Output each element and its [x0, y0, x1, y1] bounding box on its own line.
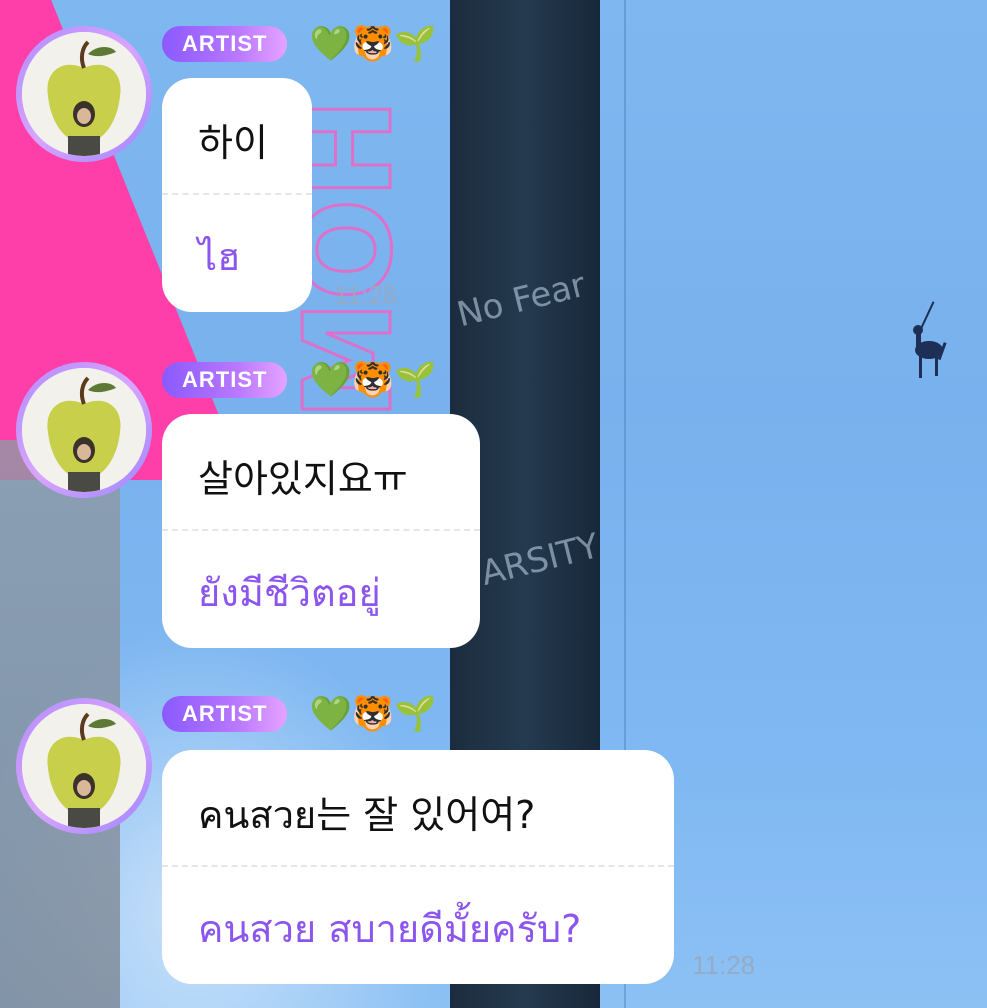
translation-divider [162, 193, 312, 195]
message-header: ARTIST 💚🐯🌱 [162, 24, 436, 64]
message-original-text: คนสวย는 잘 있어여? [198, 793, 536, 837]
message-original-text: 하이 [198, 121, 268, 165]
avatar[interactable] [16, 698, 152, 834]
message-timestamp: 11:28 [692, 950, 756, 980]
translation-divider [162, 865, 674, 867]
artist-badge: ARTIST [162, 362, 288, 398]
message-bubble[interactable]: 하이 ไฮ [162, 78, 312, 312]
tie-print-text: No Fear [453, 264, 590, 336]
emoji-decoration: 💚🐯🌱 [309, 24, 437, 64]
message-original-text: 살아있지요ㅠ [198, 457, 408, 501]
avatar-image [22, 704, 146, 828]
message-bubble[interactable]: 살아있지요ㅠ ยังมีชีวิตอยู่ [162, 414, 480, 648]
translation-divider [162, 529, 480, 531]
message-timestamp: 11:28 [334, 280, 398, 310]
artist-badge: ARTIST [162, 696, 288, 732]
message-translation-text: ไฮ [198, 235, 241, 279]
avatar-image [22, 32, 146, 156]
tie-print-text: ARSITY [476, 526, 604, 594]
emoji-decoration: 💚🐯🌱 [309, 694, 437, 734]
message-header: ARTIST 💚🐯🌱 [162, 694, 436, 734]
message-translation-text: ยังมีชีวิตอยู่ [198, 571, 381, 615]
message-header: ARTIST 💚🐯🌱 [162, 360, 436, 400]
message-translation-text: คนสวย สบายดีมั้ยครับ? [198, 907, 582, 951]
avatar-image [22, 368, 146, 492]
avatar[interactable] [16, 26, 152, 162]
polo-logo-icon [913, 301, 947, 378]
emoji-decoration: 💚🐯🌱 [309, 360, 437, 400]
message-bubble[interactable]: คนสวย는 잘 있어여? คนสวย สบายดีมั้ยครับ? [162, 750, 674, 984]
avatar[interactable] [16, 362, 152, 498]
artist-badge: ARTIST [162, 26, 288, 62]
